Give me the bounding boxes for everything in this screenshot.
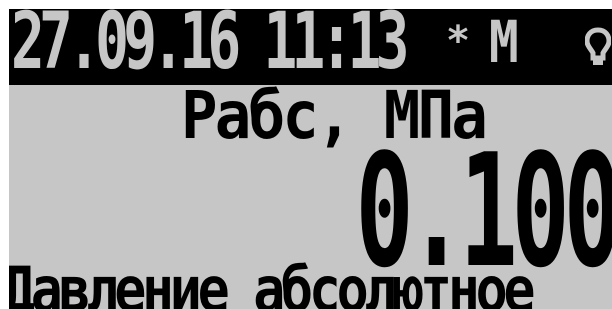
lcd-display: 27.09.16 11:13 * M Рабс, МПа 0.100 Давле… <box>9 9 612 309</box>
star-icon: * <box>446 18 471 64</box>
status-bar: 27.09.16 11:13 * M <box>9 9 612 85</box>
datetime-readout: 27.09.16 11:13 <box>11 9 409 85</box>
parameter-description: Давление абсолютное <box>9 253 536 309</box>
lightbulb-icon <box>584 27 612 73</box>
mode-indicator: M <box>489 9 519 76</box>
